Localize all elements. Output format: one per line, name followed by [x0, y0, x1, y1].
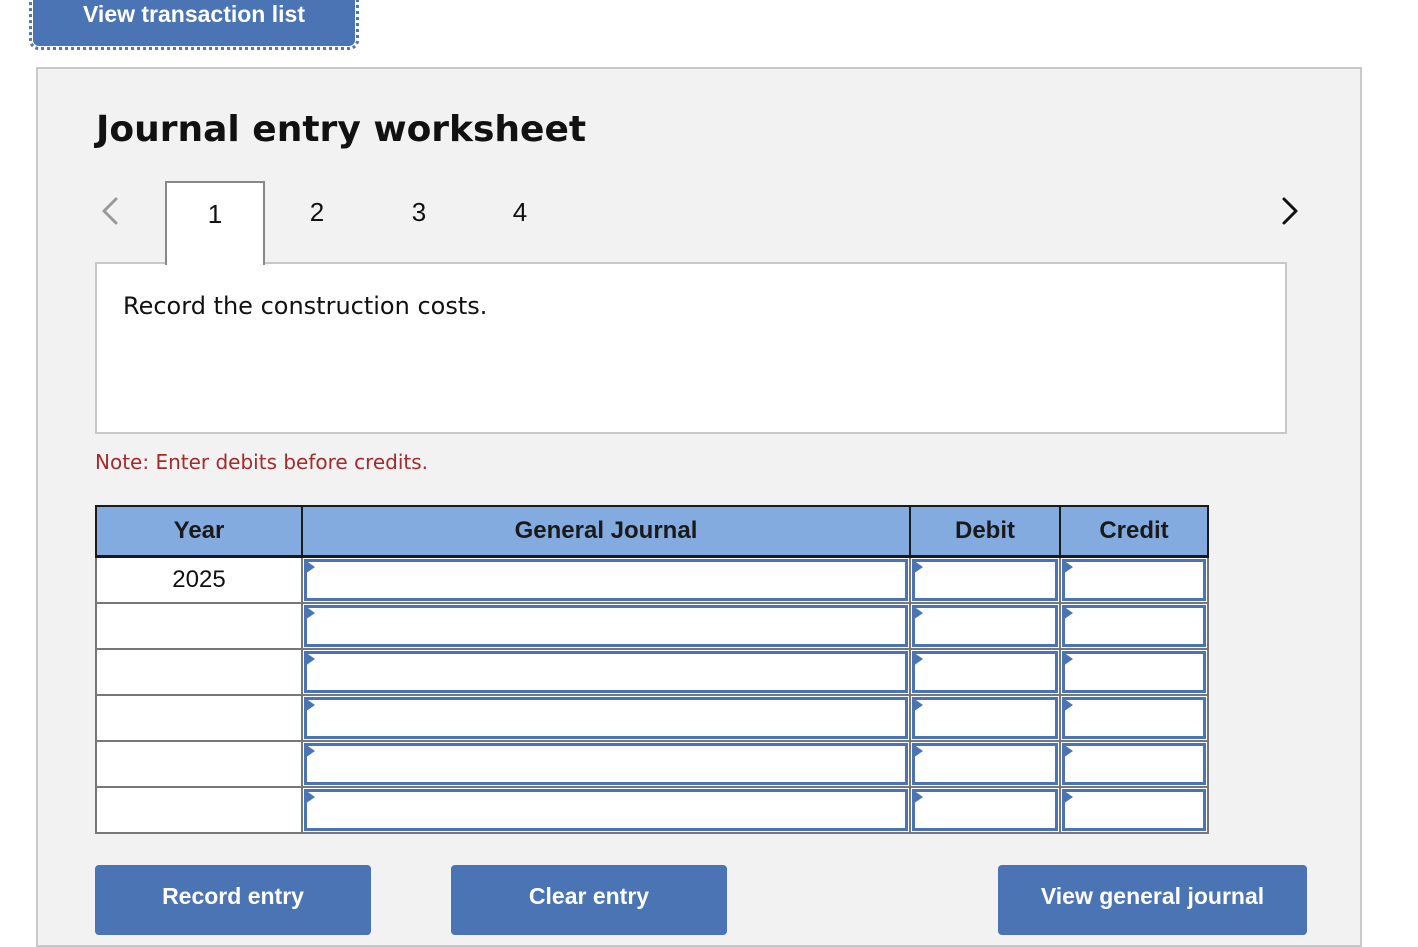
next-button[interactable]: [1274, 189, 1304, 233]
clear-entry-button[interactable]: Clear entry: [451, 865, 727, 935]
dropdown-flag-icon: [305, 606, 315, 620]
debit-cell[interactable]: [909, 555, 1061, 604]
account-input[interactable]: [304, 743, 908, 785]
dropdown-flag-icon: [305, 698, 315, 712]
account-cell[interactable]: [301, 555, 911, 604]
header-credit: Credit: [1059, 505, 1209, 558]
debit-input[interactable]: [912, 559, 1058, 601]
dropdown-flag-icon: [1063, 560, 1073, 574]
table-row: 2025: [95, 555, 1209, 604]
dropdown-flag-icon: [305, 744, 315, 758]
instruction-text: Record the construction costs.: [123, 292, 488, 320]
table-row: [95, 602, 1209, 650]
credit-cell[interactable]: [1059, 648, 1209, 696]
dropdown-flag-icon: [913, 652, 923, 666]
account-cell[interactable]: [301, 694, 911, 742]
dropdown-flag-icon: [913, 560, 923, 574]
dropdown-flag-icon: [1063, 652, 1073, 666]
account-cell[interactable]: [301, 786, 911, 834]
table-row: [95, 786, 1209, 834]
debit-cell[interactable]: [909, 694, 1061, 742]
credit-cell[interactable]: [1059, 555, 1209, 604]
credit-input[interactable]: [1062, 697, 1206, 739]
dropdown-flag-icon: [305, 652, 315, 666]
previous-button[interactable]: [96, 189, 126, 233]
credit-input[interactable]: [1062, 559, 1206, 601]
debit-input[interactable]: [912, 789, 1058, 831]
tab-4[interactable]: 4: [470, 181, 570, 263]
chevron-left-icon: [102, 197, 118, 225]
dropdown-flag-icon: [913, 698, 923, 712]
debit-input[interactable]: [912, 743, 1058, 785]
tab-1[interactable]: 1: [165, 181, 265, 265]
year-cell: [95, 602, 303, 650]
journal-table: Year General Journal Debit Credit 2025: [95, 505, 1209, 834]
credit-input[interactable]: [1062, 605, 1206, 647]
account-input[interactable]: [304, 789, 908, 831]
account-input[interactable]: [304, 697, 908, 739]
dropdown-flag-icon: [913, 790, 923, 804]
year-cell: [95, 694, 303, 742]
instruction-box: Record the construction costs.: [95, 262, 1287, 434]
account-input[interactable]: [304, 559, 908, 601]
credit-cell[interactable]: [1059, 602, 1209, 650]
credit-cell[interactable]: [1059, 694, 1209, 742]
page-title: Journal entry worksheet: [96, 109, 587, 150]
credit-cell[interactable]: [1059, 786, 1209, 834]
account-input[interactable]: [304, 651, 908, 693]
debit-input[interactable]: [912, 697, 1058, 739]
dropdown-flag-icon: [1063, 790, 1073, 804]
chevron-right-icon: [1282, 197, 1298, 225]
credit-input[interactable]: [1062, 651, 1206, 693]
tab-3[interactable]: 3: [369, 181, 469, 263]
table-row: [95, 694, 1209, 742]
table-row: [95, 648, 1209, 696]
table-row: [95, 740, 1209, 788]
debit-input[interactable]: [912, 651, 1058, 693]
debit-cell[interactable]: [909, 740, 1061, 788]
account-cell[interactable]: [301, 648, 911, 696]
record-entry-button[interactable]: Record entry: [95, 865, 371, 935]
dropdown-flag-icon: [305, 560, 315, 574]
view-transaction-list-button[interactable]: View transaction list: [29, 0, 359, 50]
debit-cell[interactable]: [909, 648, 1061, 696]
dropdown-flag-icon: [305, 790, 315, 804]
credit-cell[interactable]: [1059, 740, 1209, 788]
debit-cell[interactable]: [909, 786, 1061, 834]
header-debit: Debit: [909, 505, 1061, 558]
account-cell[interactable]: [301, 602, 911, 650]
dropdown-flag-icon: [1063, 744, 1073, 758]
credit-input[interactable]: [1062, 743, 1206, 785]
year-cell: [95, 648, 303, 696]
account-cell[interactable]: [301, 740, 911, 788]
dropdown-flag-icon: [1063, 698, 1073, 712]
dropdown-flag-icon: [1063, 606, 1073, 620]
journal-entry-worksheet-panel: Journal entry worksheet 1 2 3 4 Record t…: [36, 67, 1362, 947]
tab-2[interactable]: 2: [267, 181, 367, 263]
dropdown-flag-icon: [913, 606, 923, 620]
account-input[interactable]: [304, 605, 908, 647]
dropdown-flag-icon: [913, 744, 923, 758]
header-year: Year: [95, 505, 303, 558]
note-text: Note: Enter debits before credits.: [95, 450, 429, 474]
header-general-journal: General Journal: [301, 505, 911, 558]
debit-input[interactable]: [912, 605, 1058, 647]
view-general-journal-button[interactable]: View general journal: [998, 865, 1307, 935]
credit-input[interactable]: [1062, 789, 1206, 831]
year-cell: [95, 740, 303, 788]
debit-cell[interactable]: [909, 602, 1061, 650]
table-header-row: Year General Journal Debit Credit: [95, 505, 1209, 558]
year-cell: 2025: [95, 555, 303, 604]
year-cell: [95, 786, 303, 834]
